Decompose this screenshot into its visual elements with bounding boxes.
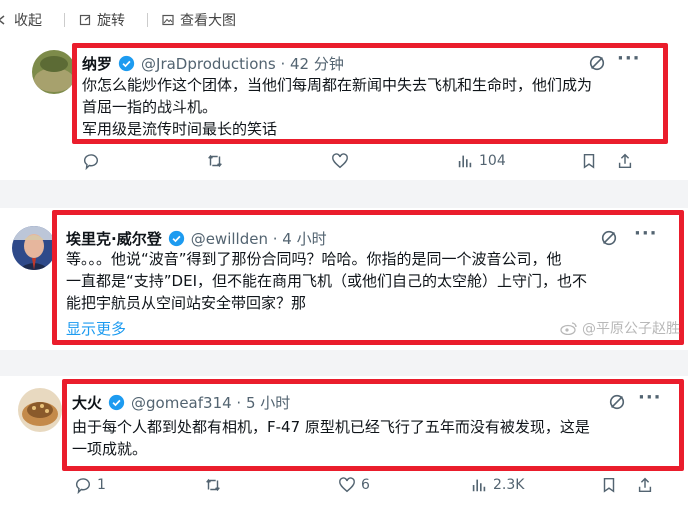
verified-badge-icon	[168, 230, 184, 247]
tweet-card[interactable]: 大火 @gomeaf314 · 5 小时 ··· 由于每个人都到处都有相机，F-…	[10, 376, 684, 514]
author-name[interactable]: 大火	[72, 392, 102, 413]
views-count: 104	[479, 153, 506, 169]
share-button[interactable]	[636, 476, 654, 494]
author-name[interactable]: 埃里克·威尔登	[66, 228, 162, 249]
grok-icon[interactable]	[608, 393, 626, 411]
reply-icon	[75, 478, 90, 494]
bookmark-icon	[583, 153, 595, 169]
watermark-text: @平原公子赵胜	[582, 321, 680, 337]
author-handle[interactable]: @ewillden · 4 小时	[191, 228, 327, 249]
show-more-link[interactable]: 显示更多	[66, 318, 126, 339]
toolbar-divider	[64, 13, 65, 27]
heart-icon	[339, 477, 355, 493]
tweet-text: 等。。。他说“波音”得到了那份合同吗？哈哈。你指的是同一个波音公司，他 一直都是…	[66, 248, 587, 314]
collapse-icon	[0, 15, 5, 25]
avatar[interactable]	[18, 388, 62, 432]
bookmark-button[interactable]	[580, 152, 598, 170]
card-gap	[0, 350, 688, 376]
view-large-label: 查看大图	[180, 13, 236, 29]
tweet-card[interactable]: 纳罗 @JraDproductions · 42 分钟 ··· 你怎么能炒作这个…	[10, 40, 682, 180]
watermark: @平原公子赵胜	[560, 318, 680, 338]
avatar[interactable]	[12, 226, 56, 270]
more-options-icon[interactable]: ···	[638, 387, 662, 408]
tweet-text-line: 军用级是流传时间最长的笑话	[82, 120, 278, 138]
bookmark-icon	[603, 477, 615, 493]
author-name[interactable]: 纳罗	[82, 53, 112, 74]
rotate-button[interactable]: 旋转	[79, 10, 125, 30]
grok-icon[interactable]	[600, 229, 618, 247]
collapse-label: 收起	[14, 13, 42, 29]
toolbar-divider	[147, 13, 148, 27]
analytics-icon	[472, 479, 486, 492]
analytics-icon	[458, 155, 472, 168]
verified-badge-icon	[118, 55, 135, 72]
reply-button[interactable]: 1	[74, 476, 106, 494]
views-button[interactable]: 2.3K	[470, 476, 524, 494]
like-button[interactable]	[331, 152, 349, 170]
heart-icon	[332, 153, 348, 169]
share-icon	[638, 477, 652, 493]
like-button[interactable]: 6	[338, 476, 370, 494]
grok-icon[interactable]	[588, 54, 606, 72]
reply-icon	[83, 154, 98, 170]
author-handle[interactable]: @JraDproductions · 42 分钟	[141, 53, 344, 74]
retweet-icon	[208, 154, 222, 168]
views-button[interactable]: 104	[456, 152, 506, 170]
share-button[interactable]	[616, 152, 634, 170]
more-options-icon[interactable]: ···	[617, 48, 641, 69]
rotate-icon	[79, 14, 91, 26]
reply-button[interactable]	[82, 152, 100, 170]
weibo-icon	[560, 322, 577, 335]
image-viewer-toolbar: 收起 旋转 查看大图	[0, 0, 688, 40]
share-icon	[618, 153, 632, 169]
views-count: 2.3K	[493, 477, 525, 493]
tweet-text-line: 首屈一指的战斗机。	[82, 98, 218, 116]
rotate-label: 旋转	[97, 13, 125, 29]
tweet-text-line: 由于每个人都到处都有相机，F-47 原型机已经飞行了五年而没有被发现，这是	[72, 418, 590, 436]
bookmark-button[interactable]	[600, 476, 618, 494]
retweet-button[interactable]	[204, 476, 222, 494]
collapse-button[interactable]: 收起	[0, 10, 42, 30]
tweet-text-line: 一项成就。	[72, 440, 148, 458]
tweet-text-line: 一直都是“支持”DEI，但不能在商用飞机（或他们自己的太空舱）上守门，也不	[66, 272, 587, 290]
retweet-icon	[206, 478, 220, 492]
verified-badge-icon	[108, 394, 125, 411]
view-large-button[interactable]: 查看大图	[162, 10, 236, 30]
tweet-text: 由于每个人都到处都有相机，F-47 原型机已经飞行了五年而没有被发现，这是 一项…	[72, 416, 590, 460]
like-count: 6	[361, 477, 370, 493]
tweet-text: 你怎么能炒作这个团体，当他们每周都在新闻中失去飞机和生命时，他们成为 首屈一指的…	[82, 74, 592, 140]
more-options-icon[interactable]: ···	[634, 223, 658, 244]
tweet-text-line: 等。。。他说“波音”得到了那份合同吗？哈哈。你指的是同一个波音公司，他	[66, 250, 562, 268]
reply-count: 1	[97, 477, 106, 493]
picture-icon	[162, 14, 174, 26]
tweet-text-line: 能把宇航员从空间站安全带回家？那	[66, 294, 307, 312]
card-gap	[0, 180, 688, 208]
author-handle[interactable]: @gomeaf314 · 5 小时	[131, 392, 290, 413]
avatar[interactable]	[32, 50, 76, 94]
retweet-button[interactable]	[206, 152, 224, 170]
tweet-text-line: 你怎么能炒作这个团体，当他们每周都在新闻中失去飞机和生命时，他们成为	[82, 76, 593, 94]
